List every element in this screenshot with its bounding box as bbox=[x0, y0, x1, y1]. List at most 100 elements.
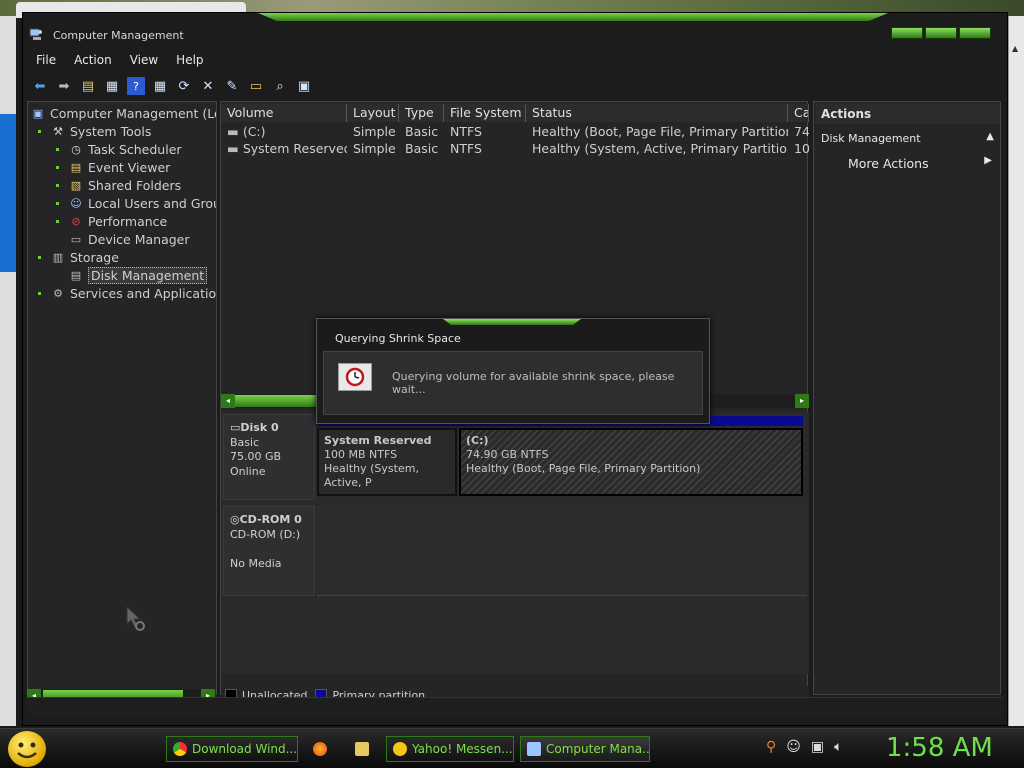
tools-icon: ⚒ bbox=[53, 124, 63, 138]
column-capacity[interactable]: Ca bbox=[788, 104, 809, 122]
users-icon: ☺ bbox=[70, 196, 82, 210]
more-actions[interactable]: More Actions ▶ bbox=[816, 152, 1000, 172]
computer-management-icon bbox=[29, 28, 42, 40]
taskbar-clock[interactable]: 1:58 AM bbox=[886, 733, 993, 763]
tree-item-disk-management[interactable]: ▤ Disk Management bbox=[68, 266, 208, 284]
collapse-up-icon[interactable]: ▲ bbox=[986, 131, 994, 142]
window-controls bbox=[891, 27, 991, 39]
background-window-left bbox=[0, 16, 16, 726]
scroll-left-icon[interactable]: ◂ bbox=[221, 394, 235, 408]
background-window-scrollbar[interactable]: ▲ ▼ bbox=[1008, 16, 1024, 739]
settings-icon[interactable]: ▣ bbox=[295, 77, 313, 95]
tree-item-storage[interactable]: ▥ Storage bbox=[50, 248, 119, 266]
smiley-icon bbox=[17, 742, 37, 759]
drive-icon: ▬ bbox=[227, 124, 239, 139]
actions-header: Actions bbox=[816, 104, 1000, 124]
menu-view[interactable]: View bbox=[121, 53, 167, 67]
volume-icon[interactable]: 🔈︎ bbox=[834, 739, 842, 755]
desktop: ▲ ▼ Computer Management File Action View… bbox=[0, 0, 1024, 768]
show-hide-tree-icon[interactable]: ▦ bbox=[103, 77, 121, 95]
status-bar bbox=[27, 697, 1003, 717]
partition-system-reserved[interactable]: System Reserved 100 MB NTFS Healthy (Sys… bbox=[317, 428, 457, 496]
column-layout[interactable]: Layout bbox=[347, 104, 399, 122]
tree-root[interactable]: ▣ Computer Management (Loc bbox=[30, 104, 216, 122]
disk-icon: ▤ bbox=[70, 268, 82, 282]
firefox-icon bbox=[313, 742, 327, 756]
messenger-tray-icon[interactable]: ☺ bbox=[786, 739, 801, 755]
querying-shrink-space-dialog: Querying Shrink Space Querying volume fo… bbox=[316, 318, 710, 424]
computer-management-icon bbox=[527, 742, 541, 756]
cdrom-icon: ◎ bbox=[230, 513, 240, 526]
minimize-button[interactable] bbox=[891, 27, 923, 39]
performance-icon: ⊘ bbox=[71, 214, 81, 228]
tree-item-event-viewer[interactable]: ▤ Event Viewer bbox=[68, 158, 170, 176]
start-button[interactable] bbox=[8, 731, 46, 767]
submenu-arrow-icon: ▶ bbox=[984, 155, 992, 166]
menu-help[interactable]: Help bbox=[167, 53, 212, 67]
system-tray: ⚲ ☺ ▣ 🔈︎ bbox=[766, 739, 843, 755]
back-arrow-icon[interactable]: ⬅ bbox=[31, 77, 49, 95]
disk-0-label[interactable]: ▭Disk 0 Basic 75.00 GB Online bbox=[223, 414, 315, 500]
taskbar-button-computer-management[interactable]: Computer Mana... bbox=[520, 736, 650, 762]
menu-action[interactable]: Action bbox=[65, 53, 121, 67]
scroll-up-icon[interactable]: ▲ bbox=[1012, 44, 1022, 54]
drive-icon: ▬ bbox=[227, 141, 239, 156]
close-button[interactable] bbox=[959, 27, 991, 39]
clock-icon: ◷ bbox=[71, 142, 81, 156]
cdrom-0-label[interactable]: ◎CD-ROM 0 CD-ROM (D:) No Media bbox=[223, 506, 315, 596]
table-row[interactable]: ▬ (C:) Simple Basic NTFS Healthy (Boot, P… bbox=[221, 123, 809, 140]
tree-item-services[interactable]: ⚙ Services and Applications bbox=[50, 284, 216, 302]
forward-arrow-icon[interactable]: ➡ bbox=[55, 77, 73, 95]
taskbar: Download Wind... Yahoo! Messen... Comput… bbox=[0, 728, 1024, 768]
taskbar-button-download[interactable]: Download Wind... bbox=[166, 736, 298, 762]
taskbar-button-folder[interactable] bbox=[348, 736, 380, 762]
up-folder-icon[interactable]: ▤ bbox=[79, 77, 97, 95]
actions-section-disk-management[interactable]: Disk Management ▲ bbox=[816, 128, 1000, 148]
services-icon: ⚙ bbox=[53, 286, 63, 300]
dialog-title: Querying Shrink Space bbox=[335, 332, 461, 345]
partition-c[interactable]: (C:) 74.90 GB NTFS Healthy (Boot, Page F… bbox=[459, 428, 803, 496]
maximize-button[interactable] bbox=[925, 27, 957, 39]
delete-icon[interactable]: ✕ bbox=[199, 77, 217, 95]
menu-bar: File Action View Help bbox=[27, 50, 1003, 70]
actions-pane: Actions Disk Management ▲ More Actions ▶ bbox=[813, 101, 1001, 695]
hard-disk-icon: ▭ bbox=[230, 421, 241, 434]
computer-icon: ▣ bbox=[32, 106, 44, 120]
tree-item-system-tools[interactable]: ⚒ System Tools bbox=[50, 122, 151, 140]
dialog-body: Querying volume for available shrink spa… bbox=[323, 351, 703, 415]
help-icon[interactable]: ? bbox=[127, 77, 145, 95]
column-type[interactable]: Type bbox=[399, 104, 444, 122]
scroll-right-icon[interactable]: ▸ bbox=[795, 394, 809, 408]
refresh-icon[interactable]: ⟳ bbox=[175, 77, 193, 95]
taskbar-button-yahoo[interactable]: Yahoo! Messen... bbox=[386, 736, 514, 762]
chrome-icon bbox=[173, 742, 187, 756]
title-bar[interactable]: Computer Management bbox=[23, 23, 1007, 47]
storage-icon: ▥ bbox=[52, 250, 64, 264]
column-status[interactable]: Status bbox=[526, 104, 788, 122]
search-icon[interactable]: ⌕ bbox=[271, 77, 289, 95]
dialog-message: Querying volume for available shrink spa… bbox=[392, 370, 675, 396]
check-icon[interactable]: ✎ bbox=[223, 77, 241, 95]
column-volume[interactable]: Volume bbox=[221, 104, 347, 122]
volume-list-header: Volume Layout Type File System Status Ca bbox=[221, 104, 809, 122]
device-manager-icon: ▭ bbox=[70, 232, 82, 246]
network-icon[interactable]: ▣ bbox=[811, 739, 824, 755]
table-row[interactable]: ▬ System Reserved Simple Basic NTFS Healt… bbox=[221, 140, 809, 157]
tree-item-device-manager[interactable]: ▭ Device Manager bbox=[68, 230, 190, 248]
taskbar-button-firefox[interactable] bbox=[306, 736, 338, 762]
open-icon[interactable]: ▭ bbox=[247, 77, 265, 95]
menu-file[interactable]: File bbox=[27, 53, 65, 67]
wait-cursor-icon bbox=[126, 606, 145, 631]
column-file-system[interactable]: File System bbox=[444, 104, 526, 122]
folder-icon bbox=[355, 742, 369, 756]
properties-icon[interactable]: ▦ bbox=[151, 77, 169, 95]
tree-item-shared-folders[interactable]: ▧ Shared Folders bbox=[68, 176, 181, 194]
cdrom-area bbox=[317, 506, 807, 596]
search-icon[interactable]: ⚲ bbox=[766, 739, 776, 755]
disk-graphical-view: ▭Disk 0 Basic 75.00 GB Online System Res… bbox=[221, 412, 809, 674]
tree-item-performance[interactable]: ⊘ Performance bbox=[68, 212, 167, 230]
tree-item-task-scheduler[interactable]: ◷ Task Scheduler bbox=[68, 140, 181, 158]
window-title: Computer Management bbox=[53, 29, 184, 42]
shared-folder-icon: ▧ bbox=[70, 178, 82, 192]
tree-item-local-users[interactable]: ☺ Local Users and Grou bbox=[68, 194, 216, 212]
